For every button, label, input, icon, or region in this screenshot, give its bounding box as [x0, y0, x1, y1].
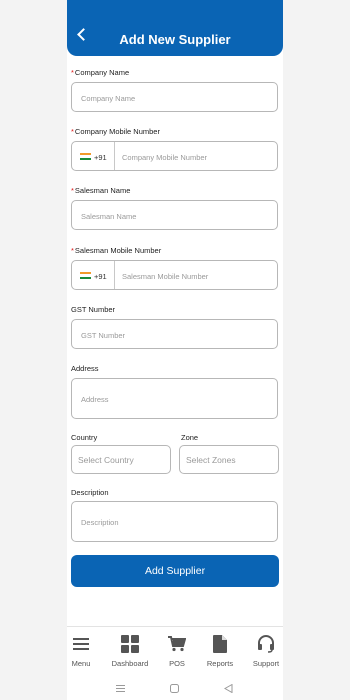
app-screen: Add New Supplier *Company Name Company N… [67, 0, 283, 700]
country-label: Country [71, 433, 98, 442]
system-nav-bar [67, 682, 283, 698]
salesman-name-input[interactable]: Salesman Name [71, 200, 278, 230]
salesman-mobile-label: *Salesman Mobile Number [71, 246, 162, 255]
address-input[interactable]: Address [71, 378, 278, 419]
india-flag-icon [80, 272, 91, 279]
description-label: Description [71, 488, 109, 497]
nav-divider [67, 626, 283, 627]
left-margin [0, 0, 67, 700]
required-marker: * [71, 186, 74, 195]
salesman-name-label: *Salesman Name [71, 186, 131, 195]
recents-icon[interactable] [116, 684, 126, 694]
back-nav-icon[interactable] [223, 683, 234, 694]
india-flag-icon [80, 153, 91, 160]
add-supplier-button[interactable]: Add Supplier [71, 555, 279, 587]
required-marker: * [71, 68, 74, 77]
description-input[interactable]: Description [71, 501, 278, 542]
menu-icon [58, 634, 104, 654]
required-marker: * [71, 127, 74, 136]
zone-label: Zone [181, 433, 199, 442]
address-label: Address [71, 364, 99, 373]
nav-item-support[interactable]: Support [243, 634, 289, 668]
country-code-selector[interactable]: +91 [72, 261, 115, 289]
cart-icon [154, 634, 200, 654]
nav-item-menu[interactable]: Menu [58, 634, 104, 668]
bottom-nav: Menu Dashboard POS Reports Support [67, 634, 283, 674]
right-margin [283, 0, 350, 700]
page-title: Add New Supplier [119, 32, 231, 47]
company-mobile-label: *Company Mobile Number [71, 127, 160, 136]
dashboard-icon [107, 634, 153, 654]
nav-item-dashboard[interactable]: Dashboard [107, 634, 153, 668]
zone-select[interactable]: Select Zones [179, 445, 279, 474]
gst-input[interactable]: GST Number [71, 319, 278, 349]
gst-label: GST Number [71, 305, 116, 314]
company-name-label: *Company Name [71, 68, 130, 77]
required-marker: * [71, 246, 74, 255]
company-mobile-input[interactable]: +91 Company Mobile Number [71, 141, 278, 171]
app-header: Add New Supplier [67, 0, 283, 56]
headset-icon [243, 634, 289, 654]
salesman-mobile-input[interactable]: +91 Salesman Mobile Number [71, 260, 278, 290]
nav-item-pos[interactable]: POS [154, 634, 200, 668]
home-icon[interactable] [170, 684, 180, 694]
country-code-selector[interactable]: +91 [72, 142, 115, 170]
nav-item-reports[interactable]: Reports [197, 634, 243, 668]
company-name-input[interactable]: Company Name [71, 82, 278, 112]
document-icon [197, 634, 243, 654]
country-select[interactable]: Select Country [71, 445, 171, 474]
